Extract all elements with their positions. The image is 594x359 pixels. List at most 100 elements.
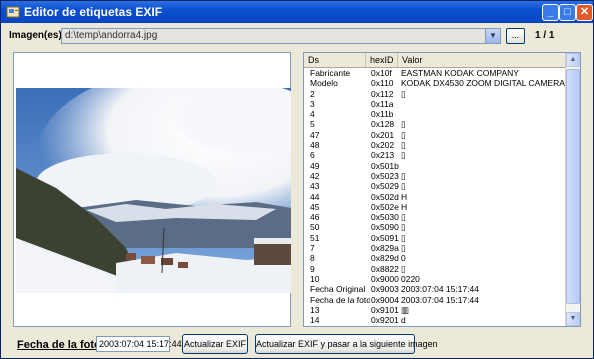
- minimize-button[interactable]: _: [542, 4, 559, 21]
- update-next-button[interactable]: Actualizar EXIF y pasar a la siguiente i…: [255, 334, 438, 354]
- cell-ds: 48: [310, 140, 320, 151]
- photo-preview-frame: [13, 52, 291, 327]
- cell-hexid: 0x9202: [371, 325, 401, 326]
- table-row[interactable]: 46 0x5030 ▯: [304, 212, 567, 222]
- cell-valor: ▯: [401, 140, 406, 151]
- cell-valor: ▯: [401, 129, 406, 140]
- cell-valor: 0220: [401, 273, 420, 284]
- table-row[interactable]: Modelo 0x110 KODAK DX4530 ZOOM DIGITAL CAM…: [304, 78, 567, 88]
- table-row[interactable]: 150x9202-: [304, 325, 567, 326]
- table-row[interactable]: 13 0x9101 ▥: [304, 305, 567, 315]
- table-row[interactable]: 49 0x501b: [304, 161, 567, 171]
- cell-ds: 13: [310, 304, 320, 315]
- table-row[interactable]: Fecha Original 0x9003 2003:07:04 15:17:44: [304, 284, 567, 294]
- cell-valor: ▯: [401, 181, 406, 192]
- cell-ds: Modelo: [310, 78, 338, 89]
- window-title: Editor de etiquetas EXIF: [24, 5, 163, 19]
- cell-ds: 43: [310, 181, 320, 192]
- cell-hexid: 0x10f: [371, 68, 392, 78]
- cell-ds: 45: [310, 201, 320, 212]
- table-row[interactable]: 47 0x201 ▯: [304, 130, 567, 140]
- maximize-button[interactable]: □: [559, 4, 576, 21]
- cell-hexid: 0x11a: [371, 98, 394, 109]
- table-body: Fabricante 0x10f EASTMAN KODAK COMPANY Mode…: [304, 68, 567, 326]
- table-row[interactable]: 3 0x11a: [304, 99, 567, 109]
- cell-valor: ▯: [401, 222, 406, 233]
- arrow-down-icon[interactable]: ▼: [566, 312, 580, 326]
- exif-table[interactable]: Ds hexID Valor Fabricante 0x10f EASTMAN KO…: [303, 52, 581, 327]
- table-row[interactable]: 6 0x213 ▯: [304, 150, 567, 160]
- table-row[interactable]: 43 0x5029 ▯: [304, 181, 567, 191]
- image-path-value: d:\temp\andorra4.jpg: [65, 30, 158, 41]
- table-row[interactable]: 2 0x112 ▯: [304, 89, 567, 99]
- column-header-ds[interactable]: Ds: [304, 53, 366, 67]
- table-row[interactable]: 7 0x829a ▯: [304, 243, 567, 253]
- cell-hexid: 0x5091: [371, 232, 399, 243]
- photo-preview: [16, 88, 291, 293]
- cell-hexid: 0x5029: [371, 181, 399, 192]
- update-exif-button[interactable]: Actualizar EXIF: [182, 334, 248, 354]
- table-row[interactable]: 51 0x5091 ▯: [304, 233, 567, 243]
- cell-hexid: 0x9000: [371, 273, 399, 284]
- cell-hexid: 0x128: [371, 119, 395, 130]
- cell-hexid: 0x201: [371, 129, 395, 140]
- cell-valor: ▯: [401, 170, 406, 181]
- close-button[interactable]: ✕: [576, 4, 593, 21]
- cell-ds: 10: [310, 273, 320, 284]
- table-row[interactable]: Fabricante 0x10f EASTMAN KODAK COMPANY: [304, 68, 567, 78]
- cell-ds: 44: [310, 191, 320, 202]
- exif-editor-window: Editor de etiquetas EXIF _ □ ✕ Imagen(es…: [0, 0, 594, 359]
- cell-ds: Fabricante: [310, 68, 351, 78]
- cell-hexid: 0x829a: [371, 243, 399, 254]
- table-row[interactable]: 14 0x9201 d: [304, 315, 567, 325]
- cell-ds: 47: [310, 129, 320, 140]
- cell-ds: 15: [310, 325, 370, 326]
- table-row[interactable]: 4 0x11b: [304, 109, 567, 119]
- cell-valor: d: [401, 315, 406, 326]
- vertical-scrollbar[interactable]: ▲ ▼: [565, 53, 580, 326]
- cell-hexid: 0x502d: [371, 191, 399, 202]
- cell-ds: 4: [310, 109, 315, 120]
- date-input[interactable]: 2003:07:04 15:17:44: [96, 336, 182, 352]
- cell-valor: -: [401, 325, 566, 326]
- image-combo[interactable]: d:\temp\andorra4.jpg ▼: [61, 28, 501, 44]
- cell-valor: 2003:07:04 15:17:44: [401, 284, 479, 295]
- cell-hexid: 0x5023: [371, 170, 399, 181]
- table-row[interactable]: 9 0x8822 ▯: [304, 264, 567, 274]
- cell-valor: ▯: [401, 263, 406, 274]
- cell-hexid: 0x9101: [371, 304, 399, 315]
- table-row[interactable]: 50 0x5090 ▯: [304, 222, 567, 232]
- cell-ds: 7: [310, 243, 315, 254]
- cell-ds: 3: [310, 98, 315, 109]
- cell-hexid: 0x9201: [371, 315, 399, 326]
- cell-hexid: 0x9003: [371, 284, 399, 295]
- cell-ds: 49: [310, 160, 320, 171]
- column-header-valor[interactable]: Valor: [398, 53, 567, 67]
- title-bar[interactable]: Editor de etiquetas EXIF _ □ ✕: [1, 1, 593, 23]
- cell-hexid: 0x5030: [371, 212, 399, 223]
- arrow-up-icon[interactable]: ▲: [566, 53, 580, 67]
- cell-hexid: 0x213: [371, 150, 395, 161]
- image-counter: 1 / 1: [535, 30, 555, 41]
- cell-valor: H: [401, 201, 408, 212]
- table-row[interactable]: 10 0x9000 0220: [304, 274, 567, 284]
- table-row[interactable]: 44 0x502d H: [304, 192, 567, 202]
- table-row[interactable]: 45 0x502e H: [304, 202, 567, 212]
- browse-button[interactable]: ...: [506, 28, 525, 44]
- cell-hexid: 0x202: [371, 140, 395, 151]
- app-icon: [6, 6, 20, 18]
- cell-hexid: 0x501b: [371, 160, 399, 171]
- cell-valor: ▯: [401, 212, 406, 223]
- cell-hexid: 0x829d: [371, 253, 399, 264]
- cell-valor: H: [401, 191, 408, 202]
- scroll-thumb[interactable]: [566, 69, 580, 304]
- cell-valor: ▯: [401, 150, 406, 161]
- chevron-down-icon[interactable]: ▼: [485, 29, 500, 43]
- table-row[interactable]: 48 0x202 ▯: [304, 140, 567, 150]
- table-row[interactable]: 42 0x5023 ▯: [304, 171, 567, 181]
- cell-hexid: 0x5090: [371, 222, 399, 233]
- table-row[interactable]: Fecha de la foto 0x9004 2003:07:04 15:17:4…: [304, 295, 567, 305]
- column-header-hexid[interactable]: hexID: [366, 53, 398, 67]
- table-row[interactable]: 8 0x829d 0: [304, 253, 567, 263]
- table-row[interactable]: 5 0x128 ▯: [304, 119, 567, 129]
